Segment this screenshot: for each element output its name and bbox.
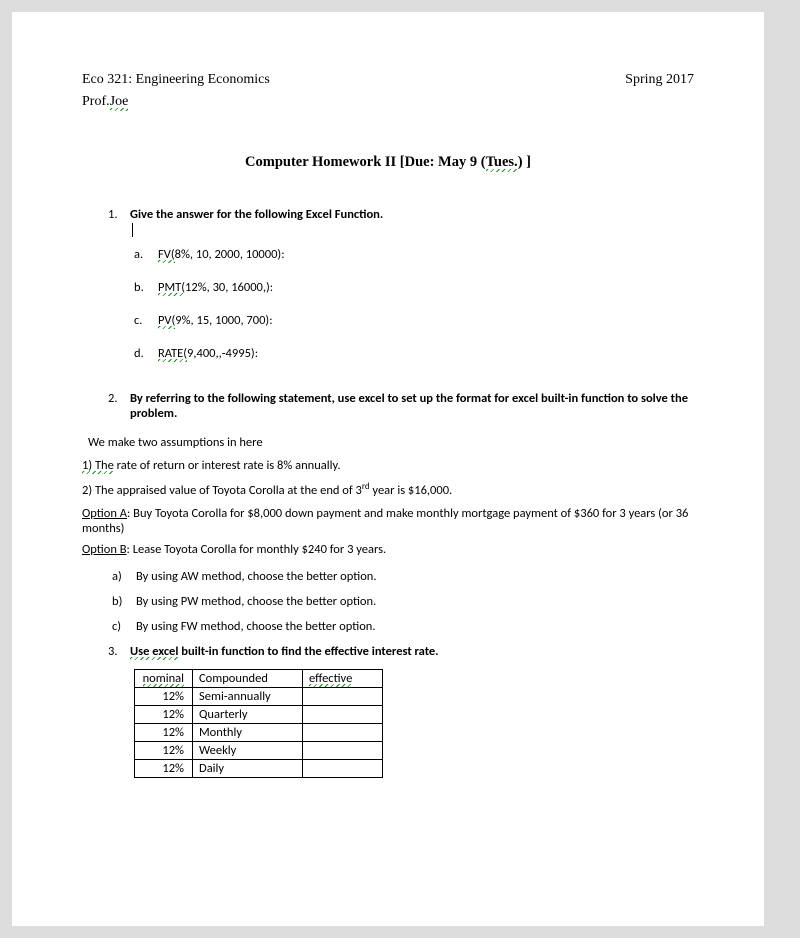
- title-suffix: ) ]: [518, 154, 531, 170]
- professor-row: Prof.Joe: [82, 94, 694, 110]
- text-cursor: [132, 223, 133, 237]
- cell-compounded: Quarterly: [193, 706, 303, 724]
- course-title: Eco 321: Engineering Economics: [82, 72, 270, 88]
- fn-squiggle: FV(: [158, 247, 175, 262]
- question-1: 1. Give the answer for the following Exc…: [108, 207, 694, 379]
- assump2-prefix: 2) The appraised value of Toyota Corolla…: [82, 483, 362, 498]
- table-row: 12% Monthly: [135, 724, 383, 742]
- q3-squiggle: Use excel: [130, 644, 178, 659]
- rates-table-wrap: nominal Compounded effective 12% Semi-an…: [134, 669, 694, 778]
- q3-rest: built-in function to find the effective …: [178, 644, 438, 659]
- sub-letter: d.: [134, 346, 158, 361]
- title-squiggle: Tues.: [486, 154, 518, 171]
- q2-sub-b: b) By using PW method, choose the better…: [112, 594, 694, 609]
- page-wrap: Eco 321: Engineering Economics Spring 20…: [0, 0, 800, 938]
- rates-table: nominal Compounded effective 12% Semi-an…: [134, 669, 383, 778]
- q1-item-b: b. PMT(12%, 30, 16000,):: [134, 280, 694, 295]
- q1-item-c: c. PV(9%, 15, 1000, 700):: [134, 313, 694, 328]
- cell-nominal: 12%: [135, 742, 193, 760]
- sub-letter: a): [112, 569, 136, 584]
- sub-letter: b): [112, 594, 136, 609]
- table-row: 12% Weekly: [135, 742, 383, 760]
- fn-rest: 8%, 10, 2000, 10000):: [175, 247, 285, 262]
- cell-effective: [303, 760, 383, 778]
- assumption-1: 1) The rate of return or interest rate i…: [82, 458, 694, 473]
- sub-text: By using PW method, choose the better op…: [136, 594, 694, 609]
- sub-letter: c.: [134, 313, 158, 328]
- option-b-label: Option B: [82, 542, 127, 557]
- q1-item-d: d. RATE(9,400,,-4995):: [134, 346, 694, 361]
- title-prefix: Computer Homework II [Due: May 9 (: [245, 154, 486, 170]
- q1-item-a: a. FV(8%, 10, 2000, 10000):: [134, 247, 694, 262]
- cell-effective: [303, 724, 383, 742]
- sub-letter: a.: [134, 247, 158, 262]
- cell-effective: [303, 742, 383, 760]
- sub-letter: b.: [134, 280, 158, 295]
- q1-number: 1.: [108, 207, 130, 379]
- prof-name-squiggle: Joe: [110, 94, 129, 110]
- header-row: Eco 321: Engineering Economics Spring 20…: [82, 72, 694, 88]
- q2-prompt: By referring to the following statement,…: [130, 391, 688, 421]
- th-nominal: nominal: [143, 671, 184, 686]
- assumption-2: 2) The appraised value of Toyota Corolla…: [82, 481, 694, 498]
- q2-sub-a: a) By using AW method, choose the better…: [112, 569, 694, 584]
- q2-sublist: a) By using AW method, choose the better…: [108, 569, 694, 634]
- assump1-rest: rate of return or interest rate is 8% an…: [114, 458, 341, 473]
- table-row: 12% Quarterly: [135, 706, 383, 724]
- assump2-sup: rd: [362, 481, 370, 492]
- fn-squiggle: RATE(: [158, 346, 187, 361]
- option-a: Option A: Buy Toyota Corolla for $8,000 …: [82, 506, 694, 536]
- prof-prefix: Prof.: [82, 94, 110, 109]
- q2-sub-c: c) By using FW method, choose the better…: [112, 619, 694, 634]
- sub-text: By using FW method, choose the better op…: [136, 619, 694, 634]
- question-2: 2. By referring to the following stateme…: [108, 391, 694, 421]
- cell-effective: [303, 688, 383, 706]
- fn-rest: 9%, 15, 1000, 700):: [175, 313, 272, 328]
- fn-squiggle: PV(: [158, 313, 175, 328]
- fn-rest: 12%, 30, 16000,):: [185, 280, 273, 295]
- term: Spring 2017: [625, 72, 694, 88]
- cell-compounded: Monthly: [193, 724, 303, 742]
- table-header-row: nominal Compounded effective: [135, 670, 383, 688]
- question-3: 3. Use excel built-in function to find t…: [108, 644, 694, 659]
- fn-squiggle: PMT(: [158, 280, 185, 295]
- th-compounded: Compounded: [193, 670, 303, 688]
- document-page: Eco 321: Engineering Economics Spring 20…: [12, 12, 764, 926]
- assump2-rest: year is $16,000.: [370, 483, 453, 498]
- assumptions-intro: We make two assumptions in here: [88, 435, 694, 450]
- cell-compounded: Daily: [193, 760, 303, 778]
- assump1-squiggle: 1) The: [82, 458, 114, 473]
- cell-nominal: 12%: [135, 724, 193, 742]
- cell-effective: [303, 706, 383, 724]
- table-row: 12% Semi-annually: [135, 688, 383, 706]
- cell-compounded: Semi-annually: [193, 688, 303, 706]
- fn-rest: 9,400,,-4995):: [187, 346, 258, 361]
- sub-letter: c): [112, 619, 136, 634]
- cell-compounded: Weekly: [193, 742, 303, 760]
- q1-prompt: Give the answer for the following Excel …: [130, 207, 383, 222]
- sub-text: By using AW method, choose the better op…: [136, 569, 694, 584]
- option-b-text: : Lease Toyota Corolla for monthly $240 …: [127, 542, 387, 557]
- option-b: Option B: Lease Toyota Corolla for month…: [82, 542, 694, 557]
- q3-number: 3.: [108, 644, 130, 659]
- table-row: 12% Daily: [135, 760, 383, 778]
- option-a-label: Option A: [82, 506, 127, 521]
- cell-nominal: 12%: [135, 706, 193, 724]
- option-a-text: : Buy Toyota Corolla for $8,000 down pay…: [82, 506, 688, 536]
- document-title: Computer Homework II [Due: May 9 (Tues.)…: [82, 154, 694, 171]
- cell-nominal: 12%: [135, 688, 193, 706]
- q2-number: 2.: [108, 391, 130, 421]
- th-effective: effective: [309, 671, 352, 686]
- cell-nominal: 12%: [135, 760, 193, 778]
